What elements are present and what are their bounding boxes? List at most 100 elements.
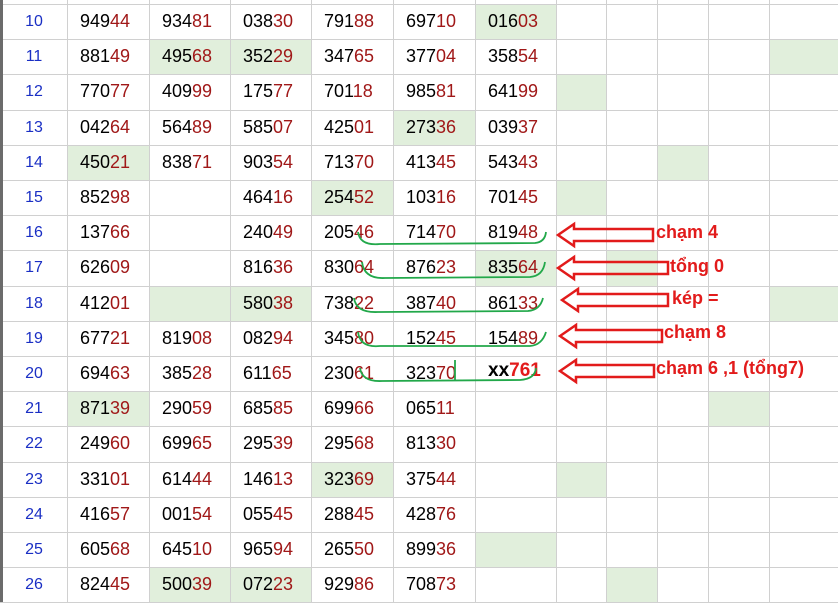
row-number[interactable]: 18 [0, 287, 68, 322]
result-cell[interactable]: 68585 [231, 392, 312, 427]
result-cell[interactable]: 86133 [476, 287, 557, 322]
result-cell[interactable]: 15245 [394, 322, 476, 357]
result-cell[interactable]: 54343 [476, 146, 557, 181]
result-cell[interactable]: 70145 [476, 181, 557, 216]
result-cell[interactable]: 05545 [231, 498, 312, 533]
result-cell[interactable] [557, 111, 607, 146]
result-cell[interactable]: 26550 [312, 533, 394, 568]
result-cell[interactable] [658, 463, 709, 498]
result-cell[interactable] [658, 5, 709, 40]
result-cell[interactable]: 61165 [231, 357, 312, 392]
result-cell[interactable] [557, 568, 607, 603]
result-cell[interactable] [607, 216, 658, 251]
result-cell[interactable]: 98581 [394, 75, 476, 110]
result-cell[interactable] [476, 427, 557, 462]
result-cell[interactable]: 34580 [312, 322, 394, 357]
result-cell[interactable]: 62609 [68, 251, 150, 286]
result-cell[interactable] [557, 75, 607, 110]
result-cell[interactable]: 69463 [68, 357, 150, 392]
result-cell[interactable]: 33101 [68, 463, 150, 498]
result-cell[interactable]: 45021 [68, 146, 150, 181]
result-cell[interactable] [557, 287, 607, 322]
result-cell[interactable]: 42876 [394, 498, 476, 533]
result-cell[interactable]: 81908 [150, 322, 231, 357]
result-cell[interactable]: 94944 [68, 5, 150, 40]
result-cell[interactable]: 37704 [394, 40, 476, 75]
result-cell[interactable]: 07223 [231, 568, 312, 603]
result-cell[interactable]: 88149 [68, 40, 150, 75]
result-cell[interactable]: 08294 [231, 322, 312, 357]
result-cell[interactable]: 93481 [150, 5, 231, 40]
row-number[interactable]: 14 [0, 146, 68, 181]
result-cell[interactable] [557, 146, 607, 181]
result-cell[interactable]: 70873 [394, 568, 476, 603]
result-cell[interactable]: 61444 [150, 463, 231, 498]
result-cell[interactable]: 79188 [312, 5, 394, 40]
result-cell[interactable]: 83871 [150, 146, 231, 181]
result-cell[interactable] [607, 392, 658, 427]
result-cell[interactable]: 25452 [312, 181, 394, 216]
result-cell[interactable]: 87139 [68, 392, 150, 427]
result-cell[interactable] [658, 181, 709, 216]
result-cell[interactable]: 69965 [150, 427, 231, 462]
result-cell[interactable]: 14613 [231, 463, 312, 498]
result-cell[interactable]: 37544 [394, 463, 476, 498]
result-cell[interactable] [658, 533, 709, 568]
result-cell[interactable]: 83564 [476, 251, 557, 286]
result-cell[interactable]: 58038 [231, 287, 312, 322]
result-cell[interactable]: 04264 [68, 111, 150, 146]
result-cell[interactable] [607, 357, 658, 392]
result-cell[interactable]: 49568 [150, 40, 231, 75]
result-cell[interactable]: 10316 [394, 181, 476, 216]
result-cell[interactable]: 77077 [68, 75, 150, 110]
row-number[interactable]: 25 [0, 533, 68, 568]
result-cell[interactable] [658, 75, 709, 110]
result-cell[interactable] [658, 568, 709, 603]
result-cell[interactable] [476, 392, 557, 427]
row-number[interactable]: 13 [0, 111, 68, 146]
result-cell[interactable] [607, 568, 658, 603]
result-cell[interactable]: 28845 [312, 498, 394, 533]
result-cell[interactable] [150, 181, 231, 216]
row-number[interactable]: 21 [0, 392, 68, 427]
result-cell[interactable]: 67721 [68, 322, 150, 357]
result-cell[interactable]: 69710 [394, 5, 476, 40]
result-cell[interactable]: 35854 [476, 40, 557, 75]
result-cell[interactable]: 71370 [312, 146, 394, 181]
result-cell[interactable] [557, 498, 607, 533]
result-cell[interactable] [607, 322, 658, 357]
result-cell[interactable] [150, 216, 231, 251]
result-cell[interactable]: 46416 [231, 181, 312, 216]
result-cell[interactable] [150, 251, 231, 286]
result-cell[interactable] [607, 287, 658, 322]
result-cell[interactable]: 29059 [150, 392, 231, 427]
result-cell[interactable]: 40999 [150, 75, 231, 110]
row-number[interactable]: 12 [0, 75, 68, 110]
result-cell[interactable]: 24960 [68, 427, 150, 462]
row-number[interactable]: 17 [0, 251, 68, 286]
result-cell[interactable]: 92986 [312, 568, 394, 603]
result-cell[interactable]: 70118 [312, 75, 394, 110]
result-cell[interactable]: 82445 [68, 568, 150, 603]
result-cell[interactable] [557, 216, 607, 251]
result-cell[interactable]: 24049 [231, 216, 312, 251]
result-cell[interactable] [557, 251, 607, 286]
result-cell[interactable]: 01603 [476, 5, 557, 40]
result-cell[interactable]: 64199 [476, 75, 557, 110]
result-cell[interactable] [607, 40, 658, 75]
result-cell[interactable]: 29568 [312, 427, 394, 462]
result-cell[interactable] [658, 498, 709, 533]
result-cell[interactable]: 00154 [150, 498, 231, 533]
row-number[interactable]: 10 [0, 5, 68, 40]
result-cell[interactable] [607, 111, 658, 146]
result-cell[interactable]: 41345 [394, 146, 476, 181]
result-cell[interactable]: 87623 [394, 251, 476, 286]
result-cell[interactable]: 38528 [150, 357, 231, 392]
result-cell[interactable]: 58507 [231, 111, 312, 146]
result-cell[interactable] [607, 181, 658, 216]
result-cell[interactable] [476, 463, 557, 498]
result-cell[interactable]: 83064 [312, 251, 394, 286]
result-cell[interactable]: 41657 [68, 498, 150, 533]
row-number[interactable]: 23 [0, 463, 68, 498]
result-cell[interactable]: 15489 [476, 322, 557, 357]
